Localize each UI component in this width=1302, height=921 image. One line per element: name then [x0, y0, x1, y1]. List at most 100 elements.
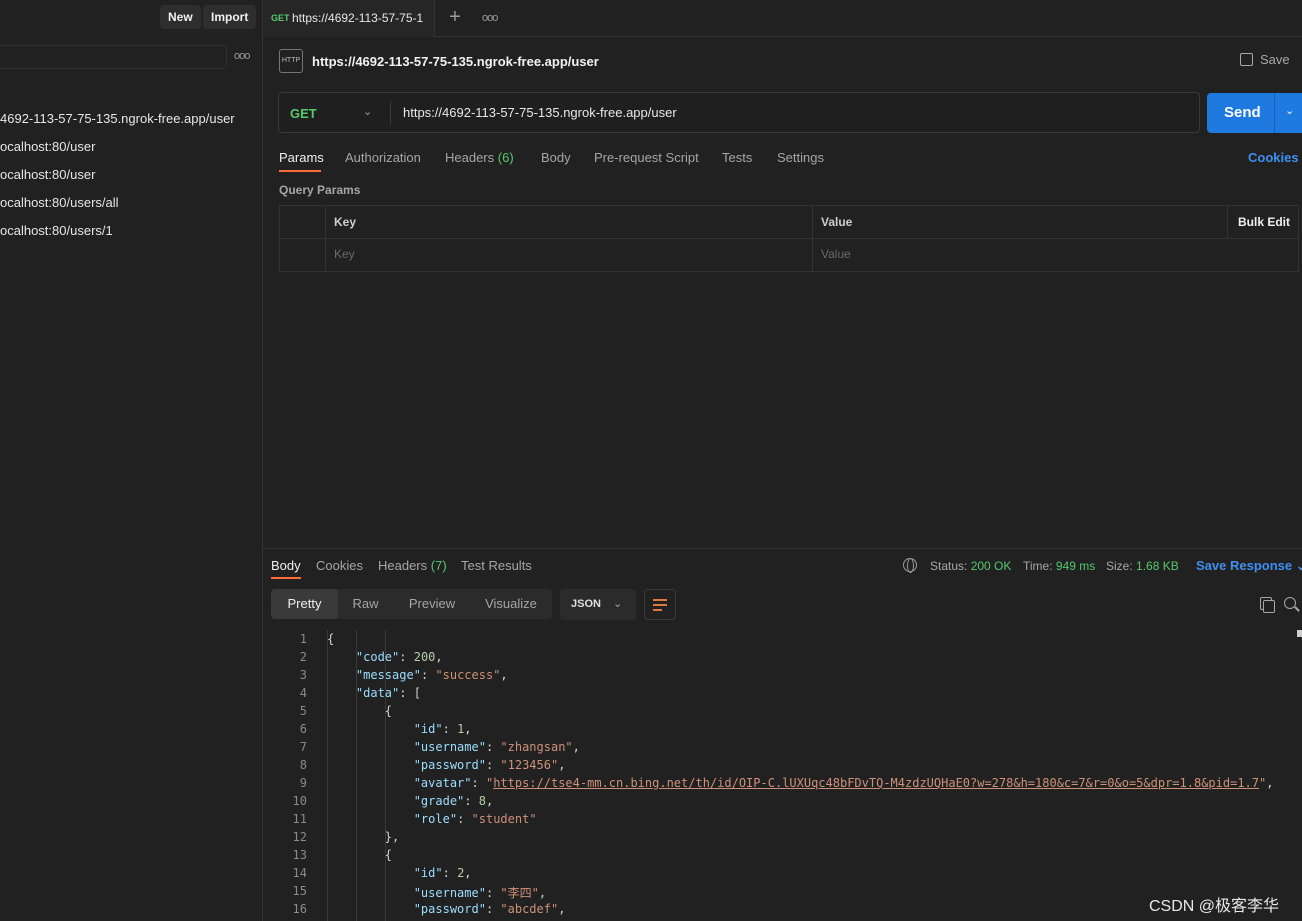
tab-params[interactable]: Params: [279, 150, 324, 165]
tab-authorization[interactable]: Authorization: [345, 150, 421, 165]
line-number: 14: [292, 866, 307, 880]
history-item[interactable]: 4692-113-57-75-135.ngrok-free.app/user: [0, 111, 235, 129]
code-line: 7 "username": "zhangsan",: [263, 740, 1302, 758]
response-tab-cookies[interactable]: Cookies: [316, 558, 363, 573]
save-button[interactable]: Save: [1240, 52, 1290, 67]
key-column-header: Key: [334, 215, 357, 229]
language-select[interactable]: JSON ⌄: [560, 589, 636, 620]
line-number: 8: [299, 758, 307, 772]
import-button[interactable]: Import: [203, 5, 257, 29]
code-text: "role": "student": [413, 812, 537, 826]
size-readout[interactable]: Size: 1.68 KB: [1106, 559, 1179, 573]
params-table: Key Value Bulk Edit Key Value: [279, 205, 1299, 272]
line-number: 10: [292, 794, 307, 808]
line-number: 12: [292, 830, 307, 844]
new-tab-plus-icon[interactable]: +: [445, 6, 465, 28]
search-icon[interactable]: [1284, 597, 1296, 609]
table-divider: [812, 206, 813, 271]
bulk-edit-button[interactable]: Bulk Edit: [1238, 215, 1290, 229]
format-tabs: Pretty Raw Preview Visualize: [271, 589, 552, 619]
query-params-label: Query Params: [279, 183, 361, 197]
value-column-header: Value: [821, 215, 853, 229]
tab-body[interactable]: Body: [541, 150, 571, 165]
code-text: "id": 2,: [413, 866, 472, 880]
wrap-line: [653, 604, 667, 606]
tab-method-badge: GET: [271, 13, 290, 23]
request-tab[interactable]: GET https://4692-113-57-75-1: [263, 0, 435, 37]
code-line: 11 "role": "student": [263, 812, 1302, 830]
response-divider[interactable]: [263, 548, 1302, 549]
history-item[interactable]: ocalhost:80/user: [0, 139, 95, 157]
wrap-line: [653, 599, 667, 601]
sidebar-search-input[interactable]: [0, 45, 227, 69]
send-options-chevron-icon[interactable]: ⌄: [1285, 104, 1294, 117]
request-title[interactable]: https://4692-113-57-75-135.ngrok-free.ap…: [312, 54, 599, 69]
tab-settings[interactable]: Settings: [777, 150, 824, 165]
code-line: 15 "username": "李四",: [263, 884, 1302, 902]
code-text: "data": [: [355, 686, 421, 700]
code-line: 2 "code": 200,: [263, 650, 1302, 668]
line-number: 5: [299, 704, 307, 718]
format-visualize[interactable]: Visualize: [477, 589, 545, 619]
code-text: "grade": 8,: [413, 794, 494, 808]
code-text: },: [327, 830, 400, 844]
save-response-button[interactable]: Save Response ⌄: [1196, 558, 1302, 574]
format-raw[interactable]: Raw: [338, 589, 393, 619]
time-value: 949 ms: [1055, 559, 1096, 573]
table-divider: [1227, 206, 1228, 238]
tab-headers-label: Headers: [445, 150, 495, 165]
code-text: "code": 200,: [355, 650, 443, 664]
save-label: Save: [1260, 52, 1290, 67]
sidebar-header: New Import: [0, 0, 263, 36]
code-line: 6 "id": 1,: [263, 722, 1302, 740]
size-label: Size:: [1106, 559, 1133, 573]
tab-headers[interactable]: Headers (6): [445, 150, 514, 165]
time-readout[interactable]: Time: 949 ms: [1023, 559, 1095, 573]
status-readout[interactable]: Status: 200 OK: [930, 559, 1011, 573]
tab-more-icon[interactable]: ooo: [482, 12, 498, 24]
line-number: 13: [292, 848, 307, 862]
line-number: 7: [299, 740, 307, 754]
wrap-lines-icon[interactable]: [644, 589, 676, 620]
format-pretty[interactable]: Pretty: [271, 589, 338, 619]
line-number: 15: [292, 884, 307, 898]
url-bar: GET ⌄ https://4692-113-57-75-135.ngrok-f…: [278, 92, 1200, 133]
tab-tests[interactable]: Tests: [722, 150, 752, 165]
line-number: 9: [299, 776, 307, 790]
response-tab-headers[interactable]: Headers (7): [378, 558, 447, 573]
code-text: {: [327, 848, 393, 862]
key-input[interactable]: Key: [334, 247, 355, 261]
editor-scrollbar[interactable]: [1297, 630, 1302, 637]
table-divider: [325, 206, 326, 271]
url-input[interactable]: https://4692-113-57-75-135.ngrok-free.ap…: [403, 105, 677, 120]
tab-prerequest-script[interactable]: Pre-request Script: [594, 150, 699, 165]
value-input[interactable]: Value: [821, 247, 851, 261]
code-line: 13 {: [263, 848, 1302, 866]
cookies-link[interactable]: Cookies: [1248, 150, 1299, 165]
save-response-label: Save Response: [1196, 558, 1293, 573]
code-line: 12 },: [263, 830, 1302, 848]
line-number: 16: [292, 902, 307, 916]
chevron-down-icon: ⌄: [613, 598, 623, 610]
code-line: 16 "password": "abcdef",: [263, 902, 1302, 920]
globe-icon[interactable]: [903, 558, 917, 573]
tab-bar: GET https://4692-113-57-75-1 + ooo: [263, 0, 1302, 37]
method-select[interactable]: GET: [290, 106, 317, 121]
more-horizontal-icon[interactable]: ooo: [234, 50, 252, 64]
line-number: 3: [299, 668, 307, 682]
history-item[interactable]: ocalhost:80/users/1: [0, 223, 113, 241]
code-line: 9 "avatar": "https://tse4-mm.cn.bing.net…: [263, 776, 1302, 794]
new-button[interactable]: New: [160, 5, 201, 29]
format-preview[interactable]: Preview: [399, 589, 465, 619]
chevron-down-icon: ⌄: [1295, 558, 1302, 573]
history-item[interactable]: ocalhost:80/users/all: [0, 195, 119, 213]
code-line: 4 "data": [: [263, 686, 1302, 704]
response-body-editor[interactable]: 1{2 "code": 200, 3 "message": "success", 4…: [263, 630, 1302, 921]
response-tab-test-results[interactable]: Test Results: [461, 558, 532, 573]
response-tab-body[interactable]: Body: [271, 558, 301, 573]
code-line: 10 "grade": 8,: [263, 794, 1302, 812]
send-button[interactable]: Send ⌄: [1207, 93, 1302, 133]
history-item[interactable]: ocalhost:80/user: [0, 167, 95, 185]
chevron-down-icon[interactable]: ⌄: [363, 105, 372, 118]
status-value: 200 OK: [970, 559, 1012, 573]
